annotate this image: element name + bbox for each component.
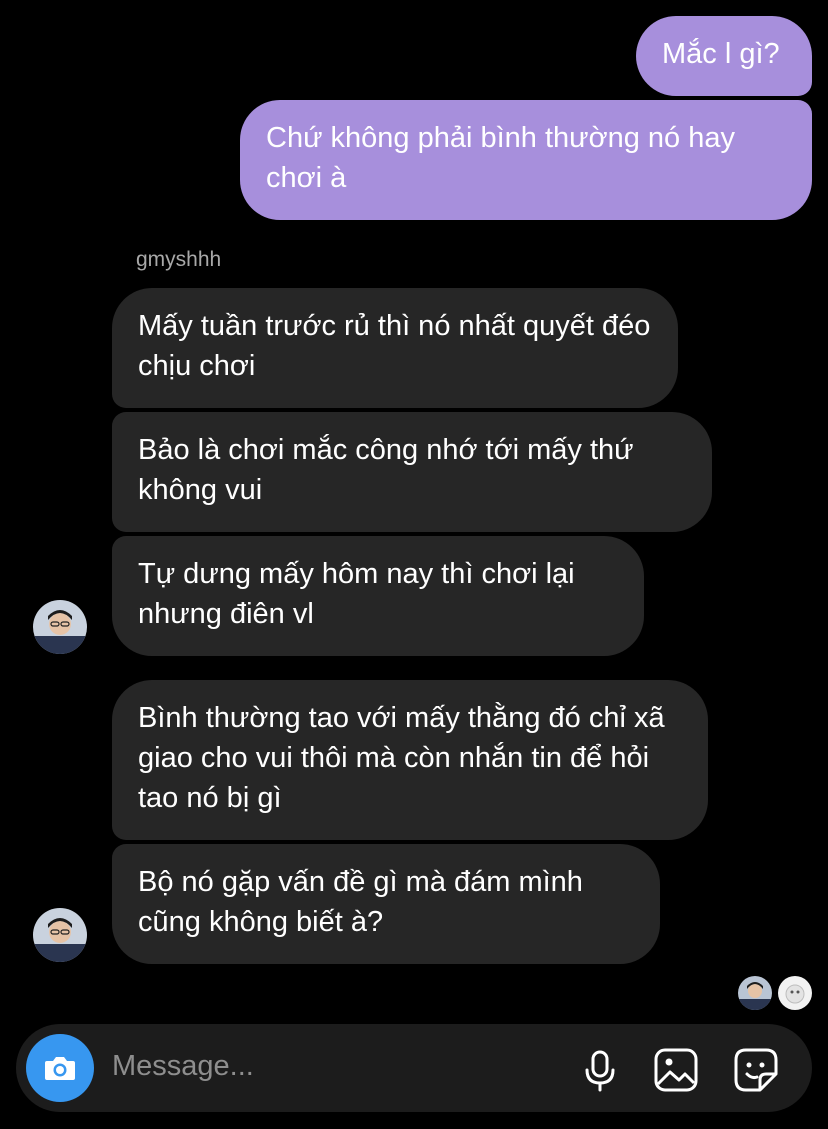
camera-button[interactable] [26,1034,94,1102]
outgoing-message[interactable]: Mắc l gì? [636,16,812,96]
camera-icon [45,1057,75,1080]
message-input[interactable]: Message... [112,1050,254,1083]
seen-avatar [778,976,812,1010]
avatar-image [33,600,87,654]
message-text: Bộ nó gặp vấn đề gì mà đám mình cũng khô… [138,866,583,938]
sender-avatar[interactable] [33,600,87,654]
sender-avatar[interactable] [33,908,87,962]
gallery-icon [654,1048,698,1092]
incoming-message[interactable]: Bảo là chơi mắc công nhớ tới mấy thứ khô… [112,412,712,532]
message-text: Mắc l gì? [662,38,780,70]
incoming-message[interactable]: Mấy tuần trước rủ thì nó nhất quyết đéo … [112,288,678,408]
incoming-message[interactable]: Tự dưng mấy hôm nay thì chơi lại nhưng đ… [112,536,644,656]
message-text: Bình thường tao với mấy thằng đó chỉ xã … [138,702,665,814]
outgoing-message[interactable]: Chứ không phải bình thường nó hay chơi à [240,100,812,220]
microphone-button[interactable] [576,1046,624,1094]
message-text: Bảo là chơi mắc công nhớ tới mấy thứ khô… [138,434,634,506]
seen-avatar [738,976,772,1010]
message-text: Mấy tuần trước rủ thì nó nhất quyết đéo … [138,310,651,382]
gallery-button[interactable] [652,1046,700,1094]
microphone-icon [585,1050,615,1092]
message-composer: Message... [16,1024,812,1112]
message-text: Tự dưng mấy hôm nay thì chơi lại nhưng đ… [138,558,575,630]
message-text: Chứ không phải bình thường nó hay chơi à [266,122,735,194]
sticker-button[interactable] [732,1046,780,1094]
sticker-icon [734,1048,778,1092]
incoming-message[interactable]: Bộ nó gặp vấn đề gì mà đám mình cũng khô… [112,844,660,964]
sender-name: gmyshhh [136,248,222,271]
incoming-message[interactable]: Bình thường tao với mấy thằng đó chỉ xã … [112,680,708,840]
avatar-image [33,908,87,962]
